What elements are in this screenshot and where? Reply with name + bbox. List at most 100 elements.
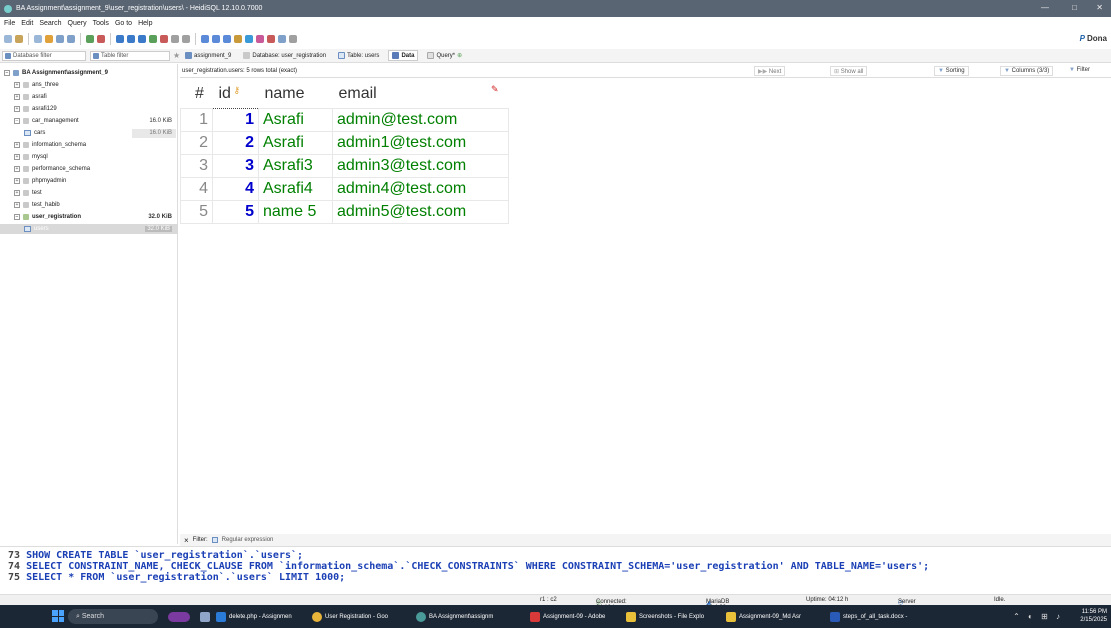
tree-item[interactable]: − car_management 16.0 KiB <box>0 116 178 126</box>
taskbar-search[interactable]: ⌕ Search <box>68 609 158 624</box>
export-icon[interactable] <box>97 35 105 43</box>
table-row[interactable]: 2 2 Asrafi admin1@test.com <box>180 130 509 155</box>
prev-record-icon[interactable] <box>127 35 135 43</box>
menu-edit[interactable]: Edit <box>21 20 33 27</box>
cell-email[interactable]: admin4@test.com <box>332 176 509 201</box>
table-row[interactable]: 4 4 Asrafi4 admin4@test.com <box>180 176 509 201</box>
tab-database[interactable]: Database: user_registration <box>240 51 329 60</box>
post-icon[interactable] <box>171 35 179 43</box>
disconnect-icon[interactable] <box>15 35 23 43</box>
expand-icon[interactable]: + <box>14 202 20 208</box>
next-record-icon[interactable] <box>138 35 146 43</box>
run-icon[interactable] <box>201 35 209 43</box>
cell-id[interactable]: 4 <box>212 176 259 201</box>
menu-tools[interactable]: Tools <box>93 20 109 27</box>
tree-root[interactable]: − BA Assignment\assignment_9 <box>0 68 178 78</box>
cell-email[interactable]: admin@test.com <box>332 107 509 132</box>
collapse-icon[interactable]: − <box>4 70 10 76</box>
sorting-button[interactable]: ▼ Sorting <box>934 66 969 76</box>
menu-file[interactable]: File <box>4 20 15 27</box>
save-icon[interactable] <box>56 35 64 43</box>
filter-button[interactable]: ▼ Filter <box>1066 66 1093 76</box>
tree-item[interactable]: + performance_schema <box>0 164 178 174</box>
explorer-task-2[interactable]: Assignment-09_Md Asr <box>726 609 801 624</box>
copy-icon[interactable] <box>34 35 42 43</box>
column-header-row-number[interactable]: # <box>181 80 213 108</box>
tree-item[interactable]: + ans_three <box>0 80 178 90</box>
clock[interactable]: 11:56 PM 2/15/2025 <box>1080 608 1107 624</box>
widget-icon[interactable] <box>168 609 190 624</box>
minimize-button[interactable]: — <box>1041 3 1049 12</box>
menu-query[interactable]: Query <box>68 20 87 27</box>
windows-start-icon[interactable] <box>52 610 64 622</box>
cancel-edit-icon[interactable] <box>182 35 190 43</box>
insert-row-icon[interactable] <box>149 35 157 43</box>
tab-host[interactable]: assignment_9 <box>182 51 234 60</box>
tree-item-selected[interactable]: users 32.0 KiB <box>0 224 178 234</box>
format-icon[interactable] <box>256 35 264 43</box>
tree-item[interactable]: + test_habib <box>0 200 178 210</box>
cell-name[interactable]: Asrafi4 <box>258 176 333 201</box>
cell-name[interactable]: Asrafi3 <box>258 153 333 178</box>
word-task[interactable]: steps_of_all_task.docx - <box>830 609 907 624</box>
tree-item[interactable]: + information_schema <box>0 140 178 150</box>
paste-icon[interactable] <box>45 35 53 43</box>
heidisql-task[interactable]: BA Assignment\assignm <box>416 609 493 624</box>
first-record-icon[interactable] <box>116 35 124 43</box>
connect-icon[interactable] <box>4 35 12 43</box>
column-header-email[interactable]: email ✎ <box>333 80 509 108</box>
tree-item[interactable]: + test <box>0 188 178 198</box>
cell-id[interactable]: 1 <box>212 107 259 132</box>
tree-item[interactable]: + phpmyadmin <box>0 176 178 186</box>
tree-item[interactable]: − user_registration 32.0 KiB <box>0 212 178 222</box>
expand-icon[interactable]: + <box>14 166 20 172</box>
close-button[interactable]: ✕ <box>1096 3 1103 12</box>
chrome-task[interactable]: User Registration - Goo <box>312 609 388 624</box>
tree-item[interactable]: + asrafi129 <box>0 104 178 114</box>
tab-table[interactable]: Table: users <box>335 51 382 60</box>
column-header-id[interactable]: id ⚷ <box>213 80 259 108</box>
columns-button[interactable]: ▼ Columns (3/3) <box>1000 66 1054 76</box>
print-icon[interactable] <box>67 35 75 43</box>
sql-icon[interactable] <box>234 35 242 43</box>
expand-icon[interactable]: + <box>14 82 20 88</box>
close-filter-icon[interactable]: × <box>184 536 189 545</box>
expand-icon[interactable]: + <box>14 106 20 112</box>
show-all-button[interactable]: ⊞ Show all <box>830 66 868 76</box>
tab-query[interactable]: Query* ⊕ <box>424 51 465 60</box>
menu-goto[interactable]: Go to <box>115 20 132 27</box>
table-row[interactable]: 3 3 Asrafi3 admin3@test.com <box>180 153 509 178</box>
edit-icon[interactable] <box>245 35 253 43</box>
explorer-task[interactable]: Screenshots - File Explo <box>626 609 704 624</box>
cell-name[interactable]: Asrafi <box>258 107 333 132</box>
cell-id[interactable]: 2 <box>212 130 259 155</box>
tree-item[interactable]: cars 16.0 KiB <box>0 128 178 138</box>
cell-id[interactable]: 5 <box>212 199 259 224</box>
explain-icon[interactable] <box>223 35 231 43</box>
run-selection-icon[interactable] <box>212 35 220 43</box>
maximize-button[interactable]: □ <box>1072 3 1077 12</box>
regex-icon[interactable] <box>211 537 218 543</box>
refresh-icon[interactable] <box>86 35 94 43</box>
database-filter-input[interactable]: Database filter <box>2 51 86 61</box>
table-filter-input[interactable]: Table filter <box>90 51 170 61</box>
cell-email[interactable]: admin3@test.com <box>332 153 509 178</box>
menu-search[interactable]: Search <box>39 20 61 27</box>
table-row[interactable]: 5 5 name 5 admin5@test.com <box>180 199 509 224</box>
adobe-task[interactable]: Assignment-09 - Adobe <box>530 609 605 624</box>
add-tab-icon[interactable]: ⊕ <box>457 52 462 59</box>
collapse-icon[interactable]: − <box>14 214 20 220</box>
cell-email[interactable]: admin5@test.com <box>332 199 509 224</box>
next-button[interactable]: ▶▶ Next <box>754 66 786 76</box>
cell-name[interactable]: name 5 <box>258 199 333 224</box>
tree-item[interactable]: + asrafi <box>0 92 178 102</box>
collapse-icon[interactable]: − <box>14 118 20 124</box>
stop-icon[interactable] <box>267 35 275 43</box>
donate-button[interactable]: P Dona <box>1080 34 1107 43</box>
expand-icon[interactable]: + <box>14 154 20 160</box>
expand-icon[interactable]: + <box>14 94 20 100</box>
column-header-name[interactable]: name <box>259 80 333 108</box>
cell-id[interactable]: 3 <box>212 153 259 178</box>
system-tray-icons[interactable]: ⌃ ◐ ⊞ ♪ <box>1013 612 1063 621</box>
settings-icon[interactable] <box>289 35 297 43</box>
